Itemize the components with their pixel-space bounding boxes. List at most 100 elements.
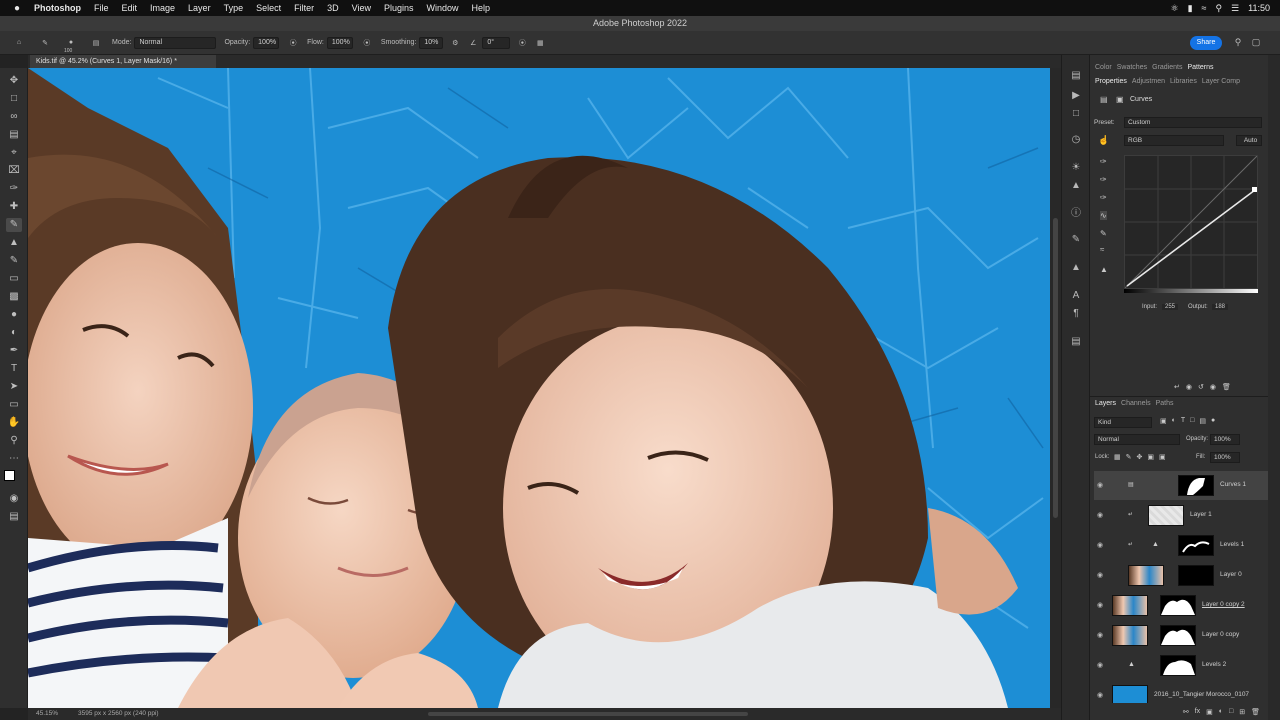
layer-row[interactable]: ◉ Layer 0 copy bbox=[1094, 621, 1268, 650]
tab-adjustments[interactable]: Adjustmen bbox=[1132, 76, 1165, 87]
filter-pixel-icon[interactable]: ▣ bbox=[1160, 417, 1167, 425]
quick-mask-icon[interactable]: ◉ bbox=[6, 492, 22, 506]
auto-button[interactable]: Auto bbox=[1236, 135, 1262, 146]
object-select-tool-icon[interactable]: ▤ bbox=[6, 128, 22, 142]
creative-cloud-icon[interactable]: ⚛ bbox=[1170, 3, 1178, 14]
wifi-icon[interactable]: ≈ bbox=[1202, 3, 1207, 13]
lock-position-icon[interactable]: ✥ bbox=[1137, 453, 1143, 461]
lock-all-icon[interactable]: ▣ bbox=[1159, 453, 1166, 461]
search-icon[interactable]: ⚲ bbox=[1232, 37, 1244, 48]
move-tool-icon[interactable]: ✥ bbox=[6, 74, 22, 88]
smoothing-settings-icon[interactable]: ⚙ bbox=[449, 39, 461, 47]
layer-mask-thumbnail[interactable] bbox=[1178, 565, 1214, 586]
shape-tool-icon[interactable]: ▭ bbox=[6, 398, 22, 412]
flow-field[interactable]: 100% bbox=[326, 36, 353, 49]
lock-image-icon[interactable]: ✎ bbox=[1126, 453, 1132, 461]
curves-graph-svg[interactable] bbox=[1124, 155, 1258, 289]
horizontal-scrollbar-thumb[interactable] bbox=[428, 712, 748, 716]
layer-fill-field[interactable]: 100% bbox=[1210, 452, 1240, 463]
layer-row[interactable]: ◉ Layer 0 copy 2 bbox=[1094, 591, 1268, 620]
layer-thumbnail[interactable] bbox=[1112, 625, 1148, 646]
home-icon[interactable]: ⌂ bbox=[12, 39, 26, 46]
tab-patterns[interactable]: Patterns bbox=[1187, 62, 1213, 73]
character-panel-icon[interactable]: A bbox=[1068, 289, 1084, 303]
sample-white-eyedropper-icon[interactable]: ✑ bbox=[1100, 193, 1107, 202]
layer-row[interactable]: ◉ ↵ ▲ Levels 1 bbox=[1094, 531, 1268, 560]
eye-icon[interactable]: ◉ bbox=[1097, 511, 1103, 519]
menu-layer[interactable]: Layer bbox=[188, 3, 211, 13]
layer-mask-thumbnail[interactable] bbox=[1178, 475, 1214, 496]
history-brush-tool-icon[interactable]: ✎ bbox=[6, 254, 22, 268]
hand-tool-icon[interactable]: ✋ bbox=[6, 416, 22, 430]
menu-photoshop[interactable]: Photoshop bbox=[34, 3, 81, 13]
filter-toggle-icon[interactable]: ● bbox=[1211, 417, 1215, 425]
eye-icon[interactable]: ◉ bbox=[1097, 601, 1103, 609]
menu-view[interactable]: View bbox=[352, 3, 371, 13]
clipping-warning-icon[interactable]: ▲ bbox=[1100, 265, 1108, 274]
frame-tool-icon[interactable]: ⌧ bbox=[6, 164, 22, 178]
paragraph-panel-icon[interactable]: ¶ bbox=[1068, 307, 1084, 321]
marquee-tool-icon[interactable]: □ bbox=[6, 92, 22, 106]
preset-select[interactable]: Custom bbox=[1124, 117, 1262, 128]
airbrush-icon[interactable]: ⦿ bbox=[361, 38, 373, 48]
menu-file[interactable]: File bbox=[94, 3, 109, 13]
layer-row[interactable]: ◉ Layer 0 bbox=[1094, 561, 1268, 590]
layer-mask-thumbnail[interactable] bbox=[1160, 595, 1196, 616]
clone-source-icon[interactable]: ▲ bbox=[1068, 261, 1084, 275]
menu-3d[interactable]: 3D bbox=[327, 3, 339, 13]
more-tools-icon[interactable]: ⋯ bbox=[6, 452, 22, 466]
new-group-icon[interactable]: □ bbox=[1229, 708, 1233, 715]
sample-black-eyedropper-icon[interactable]: ✑ bbox=[1100, 157, 1107, 166]
delete-layer-icon[interactable]: 🗑 bbox=[1251, 708, 1260, 716]
dodge-tool-icon[interactable]: ◐ bbox=[6, 326, 22, 340]
brush-tool-icon[interactable]: ✎ bbox=[6, 218, 22, 232]
filter-adjustment-icon[interactable]: ◐ bbox=[1172, 417, 1176, 425]
menu-help[interactable]: Help bbox=[472, 3, 491, 13]
view-previous-icon[interactable]: ◉ bbox=[1186, 383, 1192, 391]
tab-layers[interactable]: Layers bbox=[1095, 398, 1116, 409]
tab-libraries[interactable]: Libraries bbox=[1170, 76, 1197, 87]
filter-shape-icon[interactable]: □ bbox=[1190, 417, 1194, 425]
adjustments-icon[interactable]: ☀ bbox=[1068, 161, 1084, 175]
menu-window[interactable]: Window bbox=[427, 3, 459, 13]
brush-preset-icon[interactable]: ✎ bbox=[38, 39, 52, 47]
tab-swatches[interactable]: Swatches bbox=[1117, 62, 1147, 73]
menu-image[interactable]: Image bbox=[150, 3, 175, 13]
actions-play-icon[interactable]: ▶ bbox=[1068, 89, 1084, 103]
crop-tool-icon[interactable]: ⌖ bbox=[6, 146, 22, 160]
eye-icon[interactable]: ◉ bbox=[1097, 481, 1103, 489]
menu-filter[interactable]: Filter bbox=[294, 3, 314, 13]
eyedropper-tool-icon[interactable]: ✑ bbox=[6, 182, 22, 196]
pen-tool-icon[interactable]: ✒ bbox=[6, 344, 22, 358]
zoom-level[interactable]: 45.15% bbox=[36, 708, 58, 720]
layer-name[interactable]: Layer 0 copy bbox=[1202, 631, 1239, 638]
filter-type-icon[interactable]: T bbox=[1181, 417, 1185, 425]
tab-color[interactable]: Color bbox=[1095, 62, 1112, 73]
glyphs-icon[interactable]: ▤ bbox=[1068, 335, 1084, 349]
layer-name[interactable]: 2016_10_Tangier Morocco_0107 bbox=[1154, 691, 1249, 698]
fx-icon[interactable]: fx bbox=[1195, 708, 1200, 715]
share-button[interactable]: Share bbox=[1190, 36, 1222, 50]
layer-name[interactable]: Curves 1 bbox=[1220, 481, 1246, 488]
reset-icon[interactable]: ↺ bbox=[1198, 383, 1204, 391]
pressure-size-icon[interactable]: ⦿ bbox=[516, 38, 528, 48]
sample-gray-eyedropper-icon[interactable]: ✑ bbox=[1100, 175, 1107, 184]
canvas-vertical-scrollbar[interactable] bbox=[1050, 68, 1061, 708]
layer-row[interactable]: ◉ ↵ Layer 1 bbox=[1094, 501, 1268, 530]
eye-icon[interactable]: ◉ bbox=[1097, 661, 1103, 669]
document-canvas[interactable] bbox=[28, 68, 1050, 708]
menu-plugins[interactable]: Plugins bbox=[384, 3, 414, 13]
tab-paths[interactable]: Paths bbox=[1156, 398, 1174, 409]
lasso-tool-icon[interactable]: ∞ bbox=[6, 110, 22, 124]
path-selection-tool-icon[interactable]: ➤ bbox=[6, 380, 22, 394]
filter-smart-icon[interactable]: ▤ bbox=[1199, 417, 1206, 425]
tab-gradients[interactable]: Gradients bbox=[1152, 62, 1182, 73]
brush-size-picker[interactable]: ● 100 bbox=[60, 39, 82, 54]
blur-tool-icon[interactable]: ● bbox=[6, 308, 22, 322]
symmetry-icon[interactable]: ▦ bbox=[534, 39, 546, 47]
workspace-icon[interactable]: ▢ bbox=[1250, 37, 1262, 48]
eye-icon[interactable]: ◉ bbox=[1097, 541, 1103, 549]
brush-settings-panel-icon[interactable]: ✎ bbox=[1068, 233, 1084, 247]
levels-icon[interactable]: ▲ bbox=[1068, 179, 1084, 193]
control-center-icon[interactable]: ☰ bbox=[1231, 3, 1239, 14]
